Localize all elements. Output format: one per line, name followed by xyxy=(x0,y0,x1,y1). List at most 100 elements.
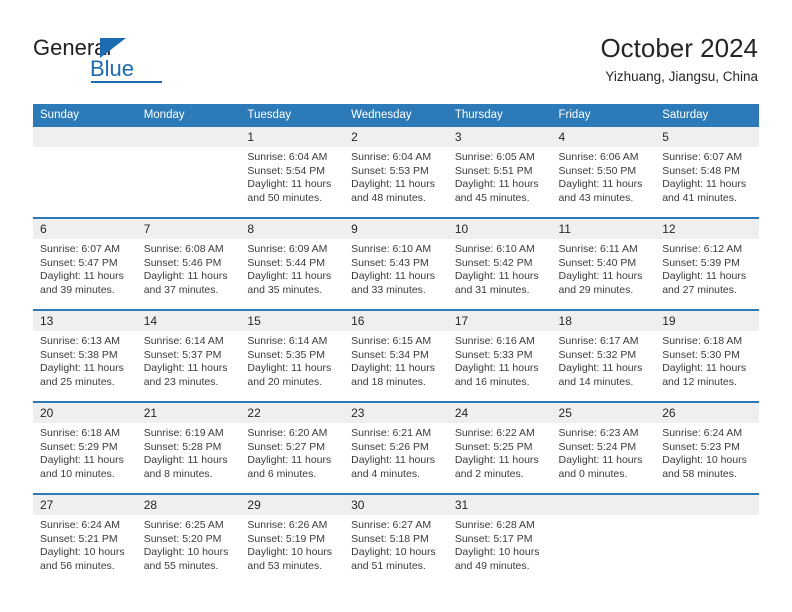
sunrise-text: Sunrise: 6:04 AM xyxy=(351,151,432,163)
daylight-text-line1: Daylight: 11 hours xyxy=(558,362,643,375)
day-info-cell[interactable]: Sunrise: 6:10 AM Sunset: 5:42 PM Daylight:… xyxy=(447,239,552,310)
general-blue-logo[interactable]: General Blue xyxy=(33,36,162,84)
day-number-cell[interactable]: 1 xyxy=(240,127,345,147)
sunset-text: Sunset: 5:51 PM xyxy=(454,164,533,177)
day-number-cell[interactable]: 13 xyxy=(33,309,137,331)
week-date-row: 6 7 8 9 10 11 12 xyxy=(33,217,759,239)
day-info-cell[interactable]: Sunrise: 6:23 AM Sunset: 5:24 PM Daylight:… xyxy=(551,423,656,494)
daylight-text-line1: Daylight: 11 hours xyxy=(351,270,435,283)
week-date-row: 12345 xyxy=(33,127,759,147)
day-number-cell[interactable]: 23 xyxy=(344,401,448,423)
day-info-cell[interactable]: Sunrise: 6:17 AM Sunset: 5:32 PM Daylight:… xyxy=(551,331,656,402)
sunrise-text: Sunrise: 6:28 AM xyxy=(454,519,535,531)
day-number-cell[interactable]: 18 xyxy=(551,309,656,331)
day-number-cell[interactable]: 19 xyxy=(655,309,759,331)
day-info-cell[interactable]: Sunrise: 6:16 AM Sunset: 5:33 PM Daylight:… xyxy=(447,331,552,402)
day-info-cell[interactable]: Sunrise: 6:07 AM Sunset: 5:48 PM Daylight:… xyxy=(655,147,759,218)
day-info-cell[interactable]: Sunrise: 6:21 AM Sunset: 5:26 PM Daylight:… xyxy=(344,423,448,494)
day-number-cell[interactable]: 6 xyxy=(33,217,137,239)
sunset-text: Sunset: 5:46 PM xyxy=(143,256,222,269)
day-number-cell[interactable]: 2 xyxy=(344,127,448,147)
day-info-cell[interactable]: Sunrise: 6:27 AM Sunset: 5:18 PM Daylight:… xyxy=(344,515,448,586)
week-date-row: 13 14 15 16 17 18 19 xyxy=(33,309,759,331)
daylight-text-line1: Daylight: 11 hours xyxy=(247,270,332,283)
daylight-text-line1: Daylight: 10 hours xyxy=(662,454,747,467)
day-number-cell[interactable]: 31 xyxy=(447,493,552,515)
day-number-cell-empty xyxy=(136,127,241,147)
day-info-cell[interactable]: Sunrise: 6:04 AM Sunset: 5:54 PM Daylight:… xyxy=(240,147,345,218)
daylight-text-line1: Daylight: 11 hours xyxy=(558,454,643,467)
sunset-text: Sunset: 5:40 PM xyxy=(558,256,637,269)
sunrise-text: Sunrise: 6:18 AM xyxy=(662,335,743,347)
sunset-text: Sunset: 5:43 PM xyxy=(351,256,429,269)
day-info-cell[interactable]: Sunrise: 6:24 AM Sunset: 5:21 PM Daylight:… xyxy=(33,515,137,586)
day-number-cell[interactable]: 28 xyxy=(136,493,241,515)
title-block: October 2024 Yizhuang, Jiangsu, China xyxy=(600,32,758,87)
day-info-cell[interactable]: Sunrise: 6:13 AM Sunset: 5:38 PM Daylight:… xyxy=(33,331,137,402)
day-number-cell[interactable]: 14 xyxy=(136,309,241,331)
day-number-cell[interactable]: 26 xyxy=(655,401,759,423)
day-info-cell[interactable]: Sunrise: 6:18 AM Sunset: 5:29 PM Daylight:… xyxy=(33,423,137,494)
daylight-text-line2: and 2 minutes. xyxy=(454,467,524,480)
day-number-cell[interactable]: 20 xyxy=(33,401,137,423)
day-number-cell[interactable]: 10 xyxy=(447,217,552,239)
day-info-cell[interactable]: Sunrise: 6:18 AM Sunset: 5:30 PM Daylight:… xyxy=(655,331,759,402)
day-number-cell[interactable]: 27 xyxy=(33,493,137,515)
day-info-cell[interactable]: Sunrise: 6:14 AM Sunset: 5:37 PM Daylight:… xyxy=(136,331,241,402)
calendar-page: General Blue October 2024 Yizhuang, Jian… xyxy=(0,0,792,612)
daylight-text-line2: and 48 minutes. xyxy=(351,191,426,204)
daylight-text-line1: Daylight: 11 hours xyxy=(662,178,747,191)
daylight-text-line2: and 6 minutes. xyxy=(247,467,317,480)
day-info-cell[interactable]: Sunrise: 6:22 AM Sunset: 5:25 PM Daylight:… xyxy=(447,423,552,494)
daylight-text-line1: Daylight: 11 hours xyxy=(454,362,539,375)
day-info-cell[interactable]: Sunrise: 6:25 AM Sunset: 5:20 PM Daylight:… xyxy=(136,515,241,586)
day-info-cell[interactable]: Sunrise: 6:14 AM Sunset: 5:35 PM Daylight:… xyxy=(240,331,345,402)
day-info-cell[interactable]: Sunrise: 6:24 AM Sunset: 5:23 PM Daylight:… xyxy=(655,423,759,494)
day-info-cell[interactable]: Sunrise: 6:19 AM Sunset: 5:28 PM Daylight:… xyxy=(136,423,241,494)
daylight-text-line1: Daylight: 11 hours xyxy=(558,178,643,191)
daylight-text-line2: and 55 minutes. xyxy=(143,559,219,572)
day-info-cell[interactable]: Sunrise: 6:07 AM Sunset: 5:47 PM Daylight:… xyxy=(33,239,137,310)
day-info-cell[interactable]: Sunrise: 6:20 AM Sunset: 5:27 PM Daylight:… xyxy=(240,423,345,494)
day-number-cell[interactable]: 11 xyxy=(551,217,656,239)
daylight-text-line2: and 43 minutes. xyxy=(558,191,634,204)
day-info-cell[interactable]: Sunrise: 6:15 AM Sunset: 5:34 PM Daylight:… xyxy=(344,331,448,402)
day-number-cell[interactable]: 15 xyxy=(240,309,345,331)
daylight-text-line2: and 31 minutes. xyxy=(454,283,530,296)
day-info-cell[interactable]: Sunrise: 6:09 AM Sunset: 5:44 PM Daylight:… xyxy=(240,239,345,310)
day-number-cell[interactable]: 8 xyxy=(240,217,345,239)
day-number-cell[interactable]: 5 xyxy=(655,127,759,147)
day-info-cell[interactable]: Sunrise: 6:08 AM Sunset: 5:46 PM Daylight:… xyxy=(136,239,241,310)
week-info-row: Sunrise: 6:18 AM Sunset: 5:29 PM Daylight:… xyxy=(33,423,759,494)
day-number-cell[interactable]: 7 xyxy=(136,217,241,239)
sunrise-text: Sunrise: 6:04 AM xyxy=(247,151,328,163)
day-info-cell[interactable]: Sunrise: 6:04 AM Sunset: 5:53 PM Daylight:… xyxy=(344,147,448,218)
day-info-cell[interactable]: Sunrise: 6:05 AM Sunset: 5:51 PM Daylight:… xyxy=(447,147,552,218)
day-number-cell[interactable]: 4 xyxy=(551,127,656,147)
week-info-row: Sunrise: 6:13 AM Sunset: 5:38 PM Daylight:… xyxy=(33,331,759,402)
day-number-cell[interactable]: 9 xyxy=(344,217,448,239)
day-number-cell[interactable]: 12 xyxy=(655,217,759,239)
day-number-cell[interactable]: 16 xyxy=(344,309,448,331)
day-info-cell[interactable]: Sunrise: 6:26 AM Sunset: 5:19 PM Daylight:… xyxy=(240,515,345,586)
day-info-cell[interactable]: Sunrise: 6:12 AM Sunset: 5:39 PM Daylight:… xyxy=(655,239,759,310)
daylight-text-line1: Daylight: 11 hours xyxy=(143,454,228,467)
day-number-cell[interactable]: 24 xyxy=(447,401,552,423)
day-info-cell[interactable]: Sunrise: 6:11 AM Sunset: 5:40 PM Daylight:… xyxy=(551,239,656,310)
day-number-cell[interactable]: 29 xyxy=(240,493,345,515)
page-subtitle: Yizhuang, Jiangsu, China xyxy=(605,69,758,84)
day-number-cell[interactable]: 3 xyxy=(447,127,552,147)
day-number-cell[interactable]: 30 xyxy=(344,493,448,515)
sunset-text: Sunset: 5:19 PM xyxy=(247,532,326,545)
daylight-text-line2: and 20 minutes. xyxy=(247,375,323,388)
sunset-text: Sunset: 5:54 PM xyxy=(247,164,326,177)
day-number-cell[interactable]: 17 xyxy=(447,309,552,331)
day-info-cell[interactable]: Sunrise: 6:06 AM Sunset: 5:50 PM Daylight:… xyxy=(551,147,656,218)
week-info-row: Sunrise: 6:04 AM Sunset: 5:54 PM Daylight:… xyxy=(33,147,759,218)
daylight-text-line2: and 18 minutes. xyxy=(351,375,426,388)
day-number-cell[interactable]: 21 xyxy=(136,401,241,423)
day-info-cell[interactable]: Sunrise: 6:28 AM Sunset: 5:17 PM Daylight:… xyxy=(447,515,552,586)
day-number-cell[interactable]: 25 xyxy=(551,401,656,423)
day-info-cell[interactable]: Sunrise: 6:10 AM Sunset: 5:43 PM Daylight:… xyxy=(344,239,448,310)
day-number-cell[interactable]: 22 xyxy=(240,401,345,423)
